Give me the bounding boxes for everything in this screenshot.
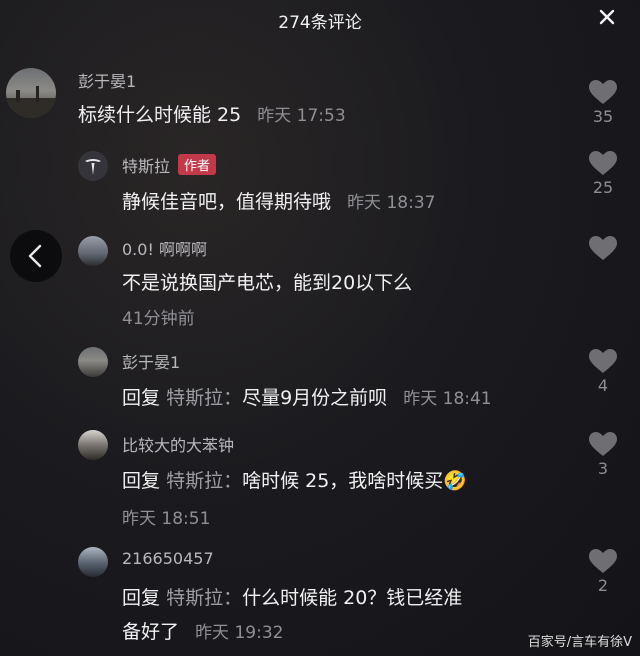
- comment-item: 比较大的大苯钟 回复 特斯拉：啥时候 25，我啥时候买🤣 昨天 18:51 3: [0, 428, 640, 529]
- comment-body: 什么时候能 20？钱已经准: [242, 587, 463, 609]
- avatar[interactable]: [78, 151, 108, 181]
- close-icon[interactable]: [596, 6, 618, 28]
- avatar[interactable]: [78, 430, 108, 460]
- author-badge: 作者: [178, 154, 217, 175]
- reply-prefix: 回复: [122, 587, 161, 609]
- comment-text: 静候佳音吧，值得期待哦 昨天 18:37: [122, 187, 435, 214]
- avatar[interactable]: [6, 68, 56, 118]
- avatar[interactable]: [78, 347, 108, 377]
- comment-author[interactable]: 特斯拉 作者: [122, 153, 217, 177]
- like-button[interactable]: 4: [588, 349, 618, 395]
- comment-author[interactable]: 216650457: [122, 549, 214, 568]
- comment-item: 彭于晏1 标续什么时候能 25 昨天 17:53 35: [0, 60, 640, 140]
- comment-body: 静候佳音吧，值得期待哦: [122, 191, 332, 213]
- like-count: 4: [597, 376, 609, 395]
- comment-text-continued: 备好了 昨天 19:32: [122, 617, 283, 644]
- watermark: 百家号/言车有徐V: [527, 635, 632, 650]
- reply-target[interactable]: 特斯拉：: [166, 387, 242, 409]
- comment-time: 41分钟前: [122, 309, 195, 329]
- heart-icon: [589, 151, 617, 175]
- like-count: 35: [592, 107, 614, 126]
- back-button[interactable]: [10, 230, 62, 282]
- heart-icon: [589, 549, 617, 573]
- like-count: 3: [597, 459, 609, 478]
- comment-author-name: 特斯拉: [122, 157, 171, 176]
- comment-item: 0.0! 啊啊啊 不是说换国产电芯，能到20以下么 41分钟前: [0, 228, 640, 329]
- comment-count-title: 274条评论: [278, 13, 362, 33]
- reply-prefix: 回复: [122, 470, 161, 492]
- comment-body: 啥时候 25，我啥时候买: [242, 470, 444, 492]
- like-button[interactable]: 25: [588, 151, 618, 197]
- avatar[interactable]: [78, 236, 108, 266]
- like-button[interactable]: 3: [588, 432, 618, 478]
- like-button[interactable]: [588, 236, 618, 263]
- comment-author[interactable]: 比较大的大苯钟: [122, 432, 234, 456]
- heart-icon: [589, 236, 617, 260]
- comments-panel: 274条评论 彭于晏1 标续什么时候能 25 昨天 17:53 35 特斯拉 作者…: [0, 0, 640, 656]
- like-button[interactable]: 35: [588, 80, 618, 126]
- comment-author[interactable]: 彭于晏1: [78, 68, 136, 92]
- heart-icon: [589, 80, 617, 104]
- heart-icon: [589, 432, 617, 456]
- like-button[interactable]: 2: [588, 549, 618, 595]
- comment-body: 尽量9月份之前呗: [242, 387, 388, 409]
- heart-icon: [589, 349, 617, 373]
- comment-text: 回复 特斯拉：什么时候能 20？钱已经准: [122, 583, 462, 610]
- comment-text: 回复 特斯拉：啥时候 25，我啥时候买🤣: [122, 466, 467, 493]
- comment-text: 回复 特斯拉：尽量9月份之前呗 昨天 18:41: [122, 383, 492, 410]
- comment-body: 标续什么时候能 25: [78, 104, 242, 126]
- like-count: 25: [592, 178, 614, 197]
- chevron-left-icon: [28, 244, 42, 268]
- reply-target[interactable]: 特斯拉：: [166, 470, 242, 492]
- tesla-logo-icon: [85, 159, 101, 175]
- comment-body-cont: 备好了: [122, 621, 180, 643]
- comments-header: 274条评论: [0, 0, 640, 40]
- comment-body: 不是说换国产电芯，能到20以下么: [122, 272, 413, 294]
- avatar[interactable]: [78, 547, 108, 577]
- comment-item: 彭于晏1 回复 特斯拉：尽量9月份之前呗 昨天 18:41 4: [0, 345, 640, 415]
- comment-author[interactable]: 彭于晏1: [122, 349, 180, 373]
- comment-time: 昨天 18:51: [122, 509, 211, 529]
- comment-author[interactable]: 0.0! 啊啊啊: [122, 236, 207, 260]
- comment-time: 昨天 17:53: [257, 106, 346, 126]
- comment-text: 标续什么时候能 25 昨天 17:53: [78, 100, 346, 127]
- comment-time: 昨天 18:37: [347, 193, 436, 213]
- comment-time: 昨天 18:41: [403, 389, 492, 409]
- comment-time: 昨天 19:32: [195, 623, 284, 643]
- comment-item: 特斯拉 作者 静候佳音吧，值得期待哦 昨天 18:37 25: [0, 145, 640, 225]
- laughing-emoji: 🤣: [443, 470, 467, 492]
- like-count: 2: [597, 576, 609, 595]
- reply-prefix: 回复: [122, 387, 161, 409]
- reply-target[interactable]: 特斯拉：: [166, 587, 242, 609]
